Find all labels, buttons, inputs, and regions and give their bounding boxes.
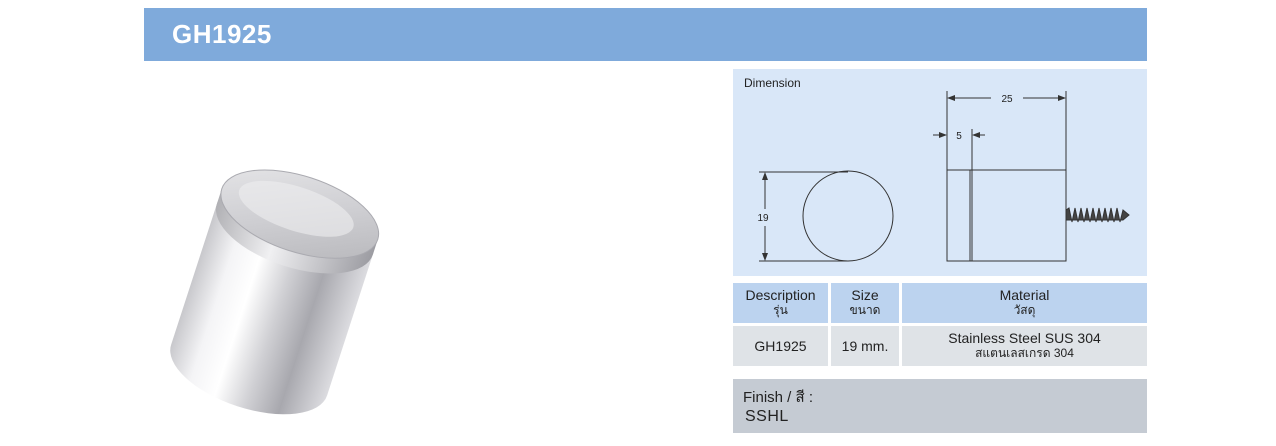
title-bar: GH1925	[144, 8, 1147, 61]
table-row: GH1925 19 mm. Stainless Steel SUS 304 สแ…	[733, 326, 1147, 366]
header-description: Description รุ่น	[733, 283, 828, 323]
screw-icon	[1065, 207, 1130, 223]
dim-5-label: 5	[956, 131, 962, 142]
finish-value: SSHL	[745, 408, 789, 425]
cell-size: 19 mm.	[831, 326, 899, 366]
spec-table: Description รุ่น Size ขนาด Material วัสด…	[730, 280, 1150, 369]
side-view-body	[946, 169, 1067, 262]
header-material: Material วัสดุ	[902, 283, 1147, 323]
finish-panel: Finish / สี : SSHL	[733, 379, 1147, 433]
finish-label: Finish / สี :	[743, 389, 814, 406]
product-title: GH1925	[172, 19, 272, 49]
cell-material: Stainless Steel SUS 304 สแตนเลสเกรด 304	[902, 326, 1147, 366]
dim-25-label: 25	[1001, 94, 1013, 105]
product-photo	[170, 169, 380, 415]
header-size: Size ขนาด	[831, 283, 899, 323]
cell-description: GH1925	[733, 326, 828, 366]
dimension-panel: Dimension 25 5 19	[733, 69, 1147, 276]
dimension-drawing: 25 5 19	[757, 91, 1130, 262]
dim-19-label: 19	[757, 213, 769, 224]
spec-header-row: Description รุ่น Size ขนาด Material วัสด…	[733, 283, 1147, 323]
front-view-circle	[802, 170, 894, 262]
